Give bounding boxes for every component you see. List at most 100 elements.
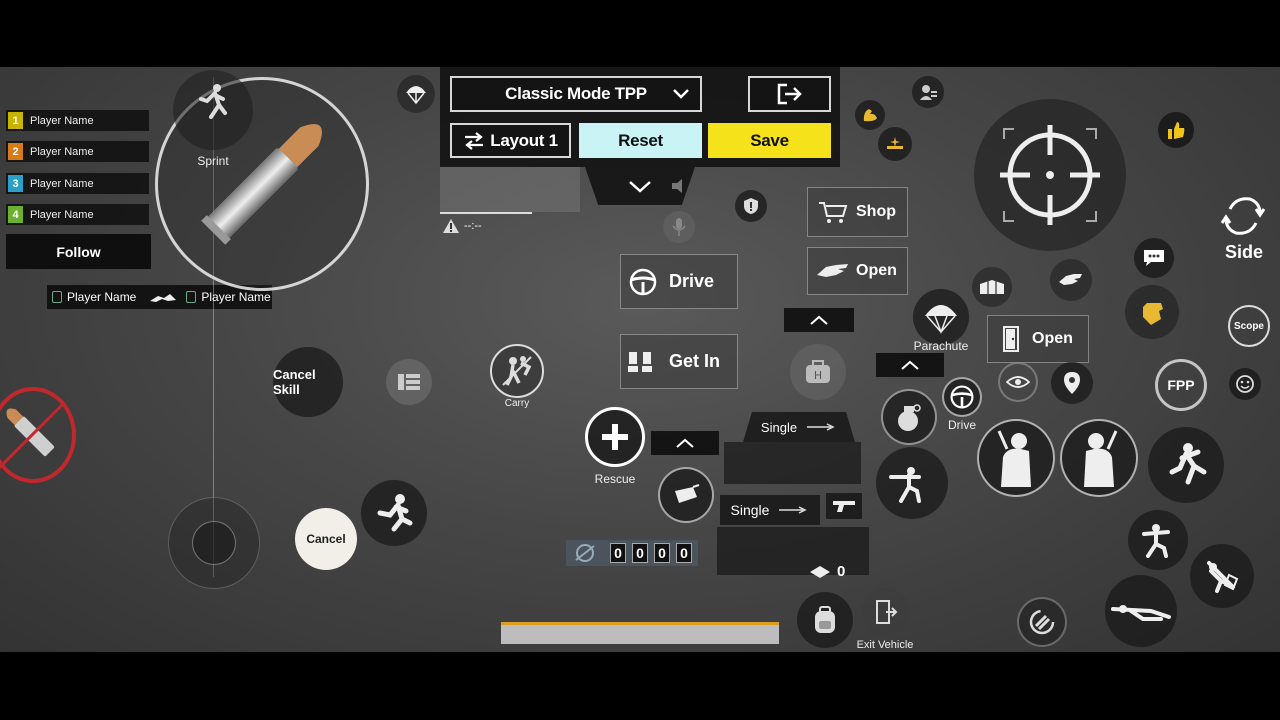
- ping-text: --:--: [464, 220, 482, 232]
- team-member-3[interactable]: 3 Player Name: [6, 173, 149, 194]
- free-look-button[interactable]: [998, 362, 1038, 402]
- smoke-grenade-icon: [675, 484, 700, 503]
- speaker-icon[interactable]: [670, 177, 690, 195]
- open-label: Open: [856, 262, 897, 279]
- medkit-icon: H: [806, 360, 830, 383]
- team-member-2[interactable]: 2 Player Name: [6, 141, 149, 162]
- pickup-button[interactable]: [1050, 259, 1092, 301]
- jumping-man-icon: [377, 494, 413, 532]
- chevron-down-icon: [629, 181, 651, 193]
- weapon-slot-1-mode[interactable]: Single: [743, 412, 855, 442]
- expand-heal-button[interactable]: [784, 308, 854, 332]
- lean-aim-button[interactable]: [1190, 544, 1254, 608]
- backpack-button[interactable]: [797, 592, 853, 648]
- open-door-button[interactable]: Open: [987, 315, 1089, 363]
- minimap[interactable]: [440, 167, 580, 212]
- switch-side-button[interactable]: [1220, 193, 1266, 239]
- team-member-1[interactable]: 1 Player Name: [6, 110, 149, 131]
- parachute-button[interactable]: [913, 289, 969, 345]
- cancel-button[interactable]: Cancel: [295, 508, 357, 570]
- weapon-slot-2[interactable]: [717, 527, 869, 575]
- follow-button[interactable]: Follow: [6, 234, 151, 269]
- pistol-slot[interactable]: [826, 493, 862, 519]
- weapon-slot-1[interactable]: [724, 442, 861, 484]
- carry-button[interactable]: [490, 344, 544, 398]
- report-button[interactable]: [735, 190, 767, 222]
- emoji-button[interactable]: [1229, 368, 1261, 400]
- carry-icon: [502, 356, 532, 386]
- save-button[interactable]: Save: [708, 123, 831, 158]
- steering-wheel-icon: [629, 268, 657, 295]
- mic-button[interactable]: [663, 211, 695, 243]
- jump-right-button[interactable]: [1148, 427, 1224, 503]
- skin-button[interactable]: [878, 127, 912, 161]
- backpack-icon: [815, 606, 835, 633]
- reload-icon: [1029, 609, 1055, 635]
- fpp-toggle-button[interactable]: FPP: [1155, 359, 1207, 411]
- get-in-button[interactable]: Get In: [620, 334, 738, 389]
- shop-label: Shop: [856, 203, 896, 220]
- drive-button[interactable]: Drive: [620, 254, 738, 309]
- mode-select[interactable]: Classic Mode TPP: [450, 76, 702, 112]
- crouch-button[interactable]: [1128, 510, 1188, 570]
- supply-crate-button[interactable]: [972, 267, 1012, 307]
- peek-right-button[interactable]: [1060, 419, 1138, 497]
- joystick-thumb[interactable]: [192, 521, 236, 565]
- rescue-button[interactable]: [585, 407, 645, 467]
- profile-button[interactable]: [912, 76, 944, 108]
- kill-feed-victim: Player Name: [201, 290, 271, 304]
- skill-menu-button[interactable]: [386, 359, 432, 405]
- pistol-icon: [833, 501, 855, 512]
- cancel-skill-button[interactable]: Cancel Skill: [273, 347, 343, 417]
- knockdown-icon: [150, 294, 177, 302]
- exit-vehicle-button[interactable]: [862, 588, 910, 636]
- sprint-button[interactable]: [173, 70, 253, 150]
- parachute-label: Parachute: [913, 339, 969, 353]
- expand-throwables-button[interactable]: [651, 431, 719, 455]
- prone-button[interactable]: [1105, 575, 1177, 647]
- shopping-cart-icon: [819, 202, 848, 223]
- layout-switch-button[interactable]: Layout 1: [450, 123, 571, 158]
- weapon-slot-2-mode[interactable]: Single: [720, 495, 820, 525]
- fire-mode-label: Single: [760, 419, 798, 435]
- drive-label: Drive: [669, 271, 715, 291]
- drive-seat-button[interactable]: [942, 377, 982, 417]
- emote-strong-button[interactable]: [855, 100, 885, 130]
- heal-button[interactable]: H: [790, 344, 846, 400]
- emote-button[interactable]: [1125, 285, 1179, 339]
- like-button[interactable]: [1158, 112, 1194, 148]
- open-crate-button[interactable]: Open: [807, 247, 908, 295]
- plus-icon: [602, 424, 628, 450]
- peek-left-button[interactable]: [977, 419, 1055, 497]
- seat-icon: [628, 351, 652, 372]
- parachute-mode-button[interactable]: [397, 75, 435, 113]
- door-open-label: Open: [1032, 330, 1073, 347]
- team-member-name: Player Name: [30, 145, 94, 158]
- reload-button[interactable]: [1017, 597, 1067, 647]
- chevron-up-icon: [901, 360, 919, 370]
- scope-button[interactable]: Scope: [1228, 305, 1270, 347]
- peek-left-icon: [997, 430, 1031, 487]
- chevron-up-icon: [810, 315, 828, 325]
- crouch-icon: [1142, 524, 1170, 558]
- expand-grenade-button[interactable]: [876, 353, 944, 377]
- hand-open-icon: [817, 264, 848, 277]
- throwable-button[interactable]: [658, 467, 714, 523]
- map-marker-button[interactable]: [1051, 362, 1093, 404]
- chat-button[interactable]: [1134, 238, 1174, 278]
- shop-button[interactable]: Shop: [807, 187, 908, 237]
- exit-layout-button[interactable]: [748, 76, 831, 112]
- grenade-button[interactable]: [881, 389, 937, 445]
- carry-label: Carry: [504, 398, 530, 409]
- smiley-icon: [1236, 375, 1254, 393]
- prone-icon: [1111, 605, 1171, 621]
- thumbs-up-icon: [1168, 122, 1185, 139]
- jump-button[interactable]: [361, 480, 427, 546]
- aim-button[interactable]: [974, 99, 1126, 251]
- reset-button[interactable]: Reset: [579, 123, 702, 158]
- peek-right-icon: [1084, 430, 1118, 487]
- crouch-aim-button[interactable]: [876, 447, 948, 519]
- left-fire-button[interactable]: [0, 387, 76, 483]
- team-member-4[interactable]: 4 Player Name: [6, 204, 149, 225]
- movement-joystick[interactable]: [168, 497, 260, 589]
